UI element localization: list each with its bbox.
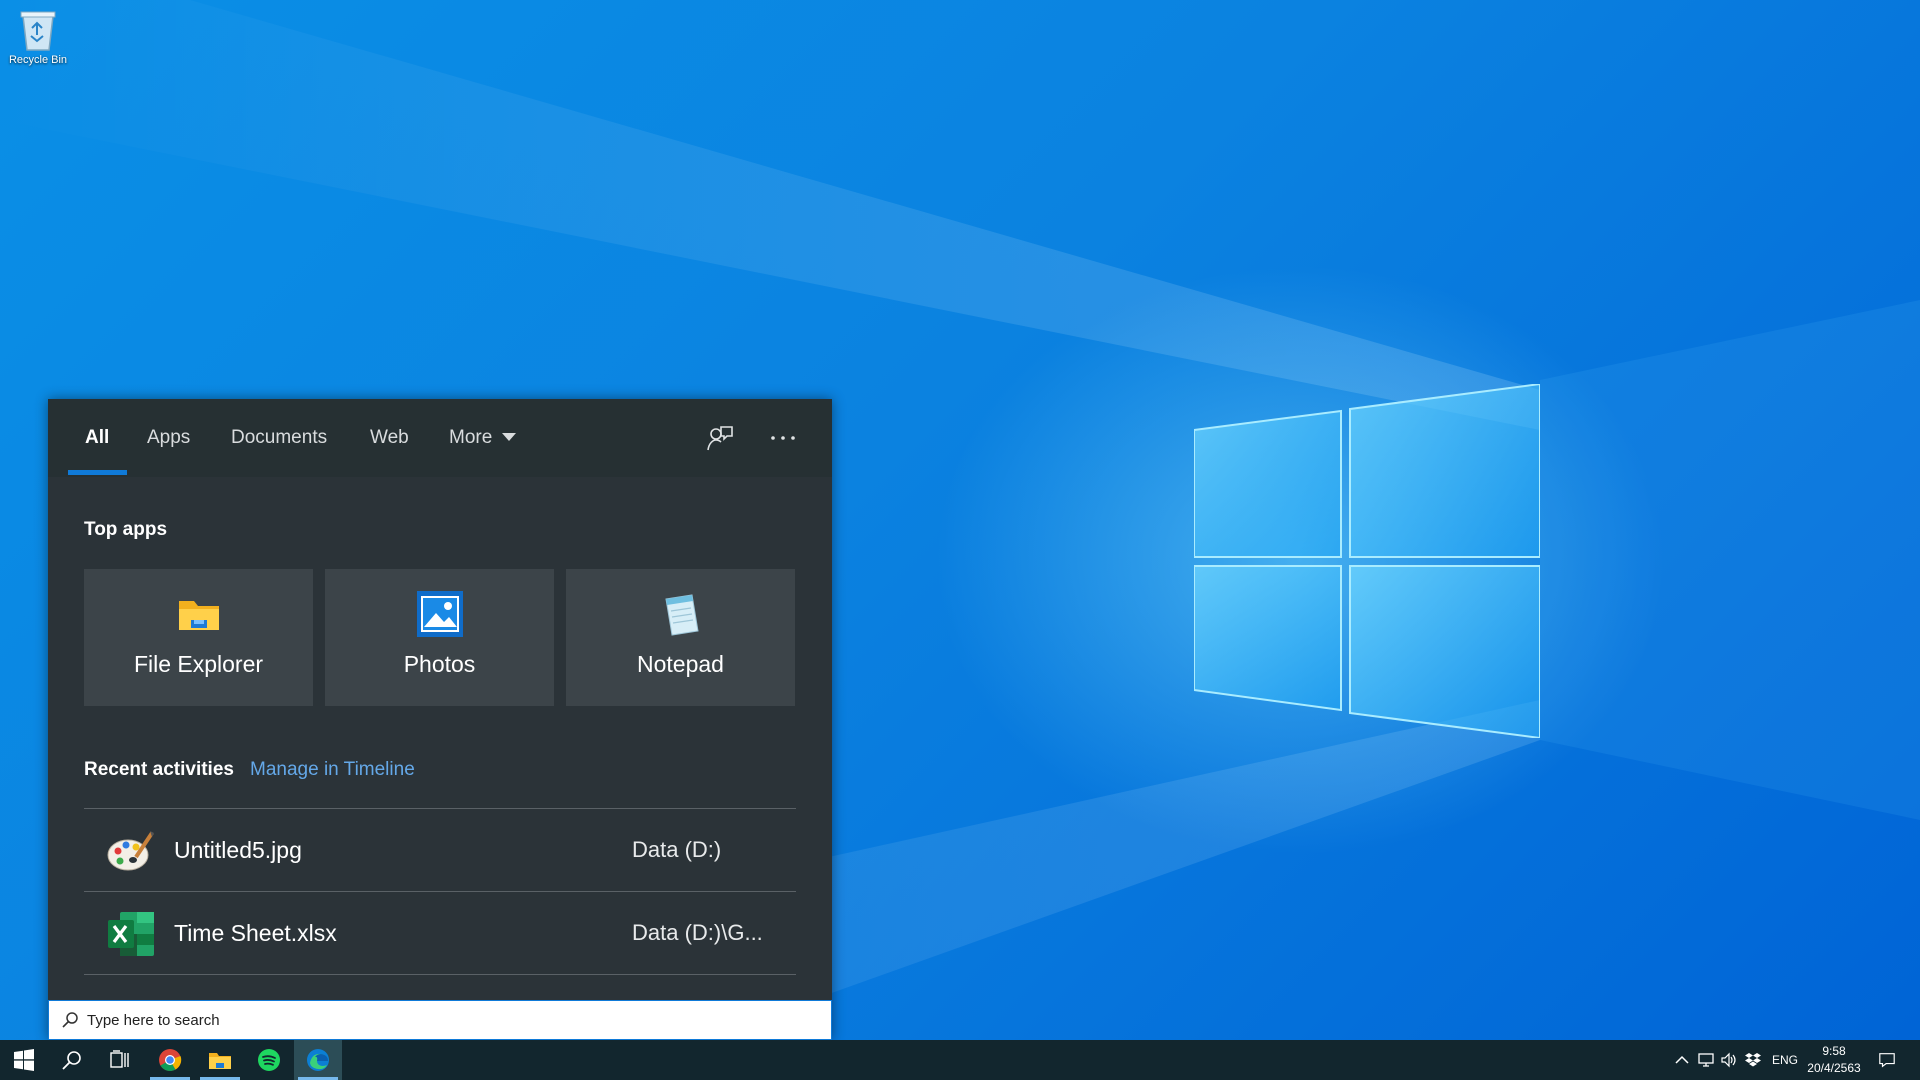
app-tile-label: Notepad <box>637 651 724 677</box>
app-tile-label: Photos <box>403 651 476 677</box>
clock-time: 9:58 <box>1822 1044 1846 1058</box>
photos-icon <box>417 591 463 637</box>
taskbar-edge[interactable] <box>294 1040 342 1080</box>
clock-date: 20/4/2563 <box>1807 1061 1861 1075</box>
task-view-button[interactable] <box>96 1040 144 1080</box>
notepad-icon <box>665 594 699 636</box>
search-icon <box>62 1051 81 1070</box>
chevron-up-icon[interactable] <box>1673 1051 1691 1069</box>
manage-in-timeline-link[interactable]: Manage in Timeline <box>250 759 415 781</box>
network-icon[interactable] <box>1697 1051 1715 1069</box>
app-tile-notepad[interactable]: Notepad <box>566 569 795 706</box>
taskbar: ENG 9:58 20/4/2563 <box>0 1040 1920 1080</box>
windows-logo-wallpaper <box>1194 384 1540 738</box>
app-tile-label: File Explorer <box>133 651 264 677</box>
recent-item-name: Untitled5.jpg <box>174 837 302 863</box>
tab-more[interactable]: More <box>449 399 517 477</box>
clock[interactable]: 9:58 20/4/2563 <box>1800 1043 1868 1077</box>
chevron-down-icon <box>502 433 517 441</box>
recycle-bin-icon <box>20 11 56 51</box>
chrome-icon <box>159 1049 182 1071</box>
task-view-icon <box>110 1050 129 1068</box>
language-indicator[interactable]: ENG <box>1772 1053 1798 1067</box>
tab-apps[interactable]: Apps <box>147 399 190 477</box>
dropbox-icon[interactable] <box>1744 1051 1762 1069</box>
tab-more-label: More <box>449 427 493 448</box>
recent-item-name: Time Sheet.xlsx <box>174 920 337 946</box>
recent-item-location: Data (D:)\G... <box>632 920 763 945</box>
excel-icon <box>108 912 154 956</box>
search-tabs-bar: All Apps Documents Web More <box>48 399 832 477</box>
volume-icon[interactable] <box>1720 1051 1738 1069</box>
recent-activity-item[interactable]: Time Sheet.xlsx Data (D:)\G... <box>84 892 796 974</box>
start-button[interactable] <box>0 1040 48 1080</box>
search-box <box>48 1000 832 1040</box>
search-icon <box>62 1012 78 1028</box>
paint-icon <box>107 831 154 871</box>
feedback-icon[interactable] <box>705 423 735 453</box>
taskbar-search-button[interactable] <box>48 1040 96 1080</box>
more-options-icon[interactable] <box>768 423 798 453</box>
recent-activities-heading: Recent activities <box>84 759 234 780</box>
tab-all[interactable]: All <box>85 399 109 477</box>
spotify-icon <box>258 1049 280 1071</box>
divider <box>84 974 796 975</box>
recycle-bin[interactable]: Recycle Bin <box>4 6 72 78</box>
tab-documents[interactable]: Documents <box>231 399 327 477</box>
action-center-icon[interactable] <box>1878 1051 1896 1069</box>
search-input[interactable] <box>87 1001 817 1039</box>
recent-item-location: Data (D:) <box>632 837 722 862</box>
taskbar-file-explorer[interactable] <box>196 1040 244 1080</box>
file-explorer-icon <box>179 601 219 630</box>
windows-start-icon <box>14 1049 34 1071</box>
search-panel: All Apps Documents Web More Top apps Fil… <box>48 399 832 1040</box>
taskbar-spotify[interactable] <box>245 1040 293 1080</box>
app-tile-file-explorer[interactable]: File Explorer <box>84 569 313 706</box>
tab-web[interactable]: Web <box>370 399 409 477</box>
active-tab-indicator <box>68 470 127 475</box>
top-apps-heading: Top apps <box>84 519 168 540</box>
app-tile-photos[interactable]: Photos <box>325 569 554 706</box>
folder-icon <box>209 1053 231 1069</box>
taskbar-chrome[interactable] <box>146 1040 194 1080</box>
recent-activity-item[interactable]: Untitled5.jpg Data (D:) <box>84 809 796 891</box>
recycle-bin-label: Recycle Bin <box>8 54 68 66</box>
edge-icon <box>307 1049 329 1071</box>
